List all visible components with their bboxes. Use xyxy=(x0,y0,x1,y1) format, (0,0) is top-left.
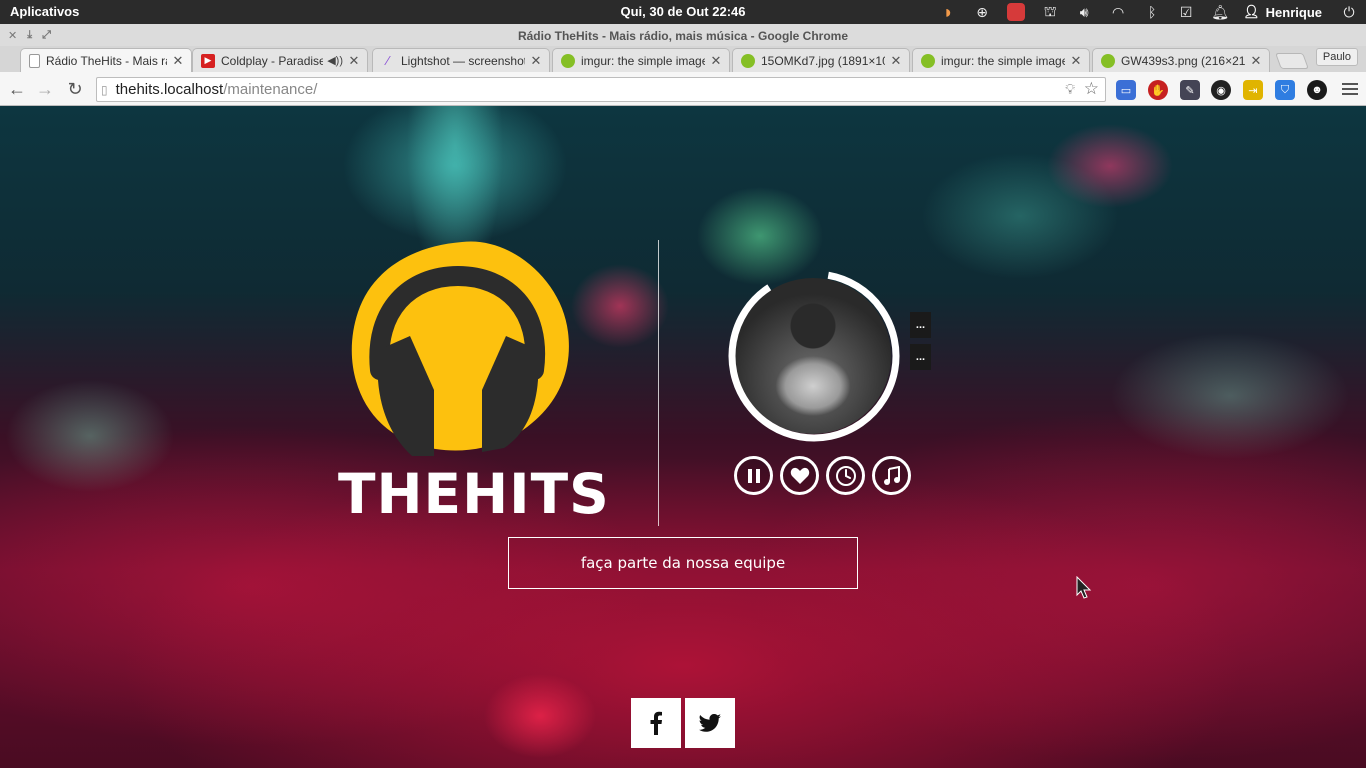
location-icon[interactable]: ⊕ xyxy=(965,0,999,24)
imgur-icon xyxy=(921,53,935,68)
close-icon[interactable]: ✕ xyxy=(709,53,723,69)
tab-title: imgur: the simple image xyxy=(581,53,705,68)
mouse-cursor-icon xyxy=(1076,576,1092,599)
page-icon: ▯ xyxy=(101,82,108,97)
tab-title: GW439s3.png (216×21 xyxy=(1121,53,1245,68)
join-team-button[interactable]: faça parte da nossa equipe xyxy=(508,537,858,589)
music-note-icon xyxy=(883,465,900,485)
tab-thehits[interactable]: Rádio TheHits - Mais rádio ✕ xyxy=(20,48,192,72)
tab-imgur-2[interactable]: imgur: the simple image ✕ xyxy=(912,48,1090,72)
history-button[interactable] xyxy=(826,456,865,495)
bluetooth-icon[interactable]: ᛒ xyxy=(1135,0,1169,24)
pause-icon xyxy=(747,468,760,483)
speaker-icon: ◀)) xyxy=(327,55,343,67)
close-icon[interactable]: ✕ xyxy=(889,53,903,69)
close-icon[interactable]: ✕ xyxy=(1249,53,1263,69)
tab-title: imgur: the simple image xyxy=(941,53,1065,68)
new-tab-button[interactable] xyxy=(1275,53,1309,69)
adblock-extension-icon[interactable]: ✋ xyxy=(1148,80,1168,100)
window-title: Rádio TheHits - Mais rádio, mais música … xyxy=(517,29,849,43)
lightbulb-icon[interactable]: 💡︎ xyxy=(1065,81,1075,98)
reload-icon[interactable]: ↻ xyxy=(64,78,86,100)
user-menu[interactable]: 👤︎ Henrique xyxy=(1237,4,1332,20)
address-bar[interactable]: ▯ thehits.localhost/maintenance/ 💡︎ ☆ xyxy=(96,77,1106,102)
folder-extension-icon[interactable]: ▭ xyxy=(1116,80,1136,100)
tab-title: Lightshot — screenshot xyxy=(401,53,525,68)
tab-title: 15OMKd7.jpg (1891×10 xyxy=(761,53,885,68)
update-icon[interactable]: ⛫ xyxy=(1033,0,1067,24)
url-host: thehits.localhost xyxy=(115,81,224,98)
brand-name: THEHITS xyxy=(338,462,610,526)
progress-ring xyxy=(728,270,900,442)
window-titlebar: ✕ ⤓ ⤢ Rádio TheHits - Mais rádio, mais m… xyxy=(0,24,1366,46)
thehits-logo xyxy=(350,240,570,456)
login-extension-icon[interactable]: ⇥ xyxy=(1243,80,1263,100)
close-icon[interactable]: ✕ xyxy=(1069,53,1083,69)
applications-menu[interactable]: Aplicativos xyxy=(10,4,79,19)
youtube-icon: ▶ xyxy=(201,53,215,68)
page-icon xyxy=(29,53,40,68)
divider xyxy=(658,240,659,526)
radio-player xyxy=(726,268,906,448)
close-icon[interactable]: ✕ xyxy=(171,53,185,69)
redshift-icon[interactable]: ◗ xyxy=(931,0,965,24)
profile-button[interactable]: Paulo xyxy=(1315,48,1358,66)
imgur-icon xyxy=(561,53,575,68)
heart-icon xyxy=(790,467,809,484)
imgur-icon xyxy=(1101,53,1115,68)
user-name: Henrique xyxy=(1265,4,1322,20)
shield-extension-icon[interactable]: ⛉ xyxy=(1275,80,1295,100)
back-arrow-icon[interactable]: ← xyxy=(6,78,28,100)
bell-icon[interactable]: 🔔︎ xyxy=(1203,0,1237,24)
facebook-button[interactable] xyxy=(631,698,681,748)
tab-image-1[interactable]: 15OMKd7.jpg (1891×10 ✕ xyxy=(732,48,910,72)
twitter-button[interactable] xyxy=(685,698,735,748)
color-extension-icon[interactable]: ◉ xyxy=(1211,80,1231,100)
system-tray: ◗ ⊕ ⛫ 🔊︎ ◠ ᛒ ☑ 🔔︎ 👤︎ Henrique ⏻ xyxy=(931,0,1366,24)
notification-app-icon[interactable] xyxy=(999,0,1033,24)
url-path: /maintenance/ xyxy=(223,81,318,98)
close-icon[interactable]: ✕ xyxy=(347,53,361,69)
power-icon[interactable]: ⏻ xyxy=(1332,0,1366,24)
tab-strip: Rádio TheHits - Mais rádio ✕ ▶ Coldplay … xyxy=(0,46,1366,72)
twitter-icon xyxy=(699,714,721,732)
volume-icon[interactable]: 🔊︎ xyxy=(1067,0,1101,24)
player-controls xyxy=(734,456,911,495)
request-song-button[interactable] xyxy=(872,456,911,495)
feather-icon: ∕ xyxy=(386,53,390,68)
clock-icon xyxy=(835,465,856,486)
chrome-menu-icon[interactable] xyxy=(1342,80,1358,98)
tab-imgur-1[interactable]: imgur: the simple image ✕ xyxy=(552,48,730,72)
artist-tag[interactable]: ... xyxy=(910,344,931,370)
user-icon: 👤︎ xyxy=(1243,4,1260,19)
eyedropper-extension-icon[interactable]: ✎ xyxy=(1180,80,1200,100)
os-top-panel: Aplicativos Qui, 30 de Out 22:46 ◗ ⊕ ⛫ 🔊… xyxy=(0,0,1366,24)
close-icon[interactable]: ✕ xyxy=(529,53,543,69)
tab-lightshot[interactable]: ∕ Lightshot — screenshot ✕ xyxy=(372,48,550,72)
song-title-tag[interactable]: ... xyxy=(910,312,931,338)
tab-coldplay[interactable]: ▶ Coldplay - Paradise - ◀)) ✕ xyxy=(192,48,368,72)
browser-toolbar: ← → ↻ ▯ thehits.localhost/maintenance/ 💡… xyxy=(0,72,1366,106)
facebook-icon xyxy=(650,711,662,735)
like-button[interactable] xyxy=(780,456,819,495)
wifi-icon[interactable]: ◠ xyxy=(1101,0,1135,24)
tab-title: Coldplay - Paradise - xyxy=(221,53,324,68)
bookmark-star-icon[interactable]: ☆ xyxy=(1084,79,1099,99)
tab-image-2[interactable]: GW439s3.png (216×21 ✕ xyxy=(1092,48,1270,72)
maintenance-page: THEHITS ... ... faça parte da nossa equi… xyxy=(0,106,1366,768)
pause-button[interactable] xyxy=(734,456,773,495)
imgur-icon xyxy=(741,53,755,68)
tab-title: Rádio TheHits - Mais rádio xyxy=(46,53,167,68)
alien-extension-icon[interactable]: ☻ xyxy=(1307,80,1327,100)
forward-arrow-icon[interactable]: → xyxy=(34,78,56,100)
clipboard-icon[interactable]: ☑ xyxy=(1169,0,1203,24)
